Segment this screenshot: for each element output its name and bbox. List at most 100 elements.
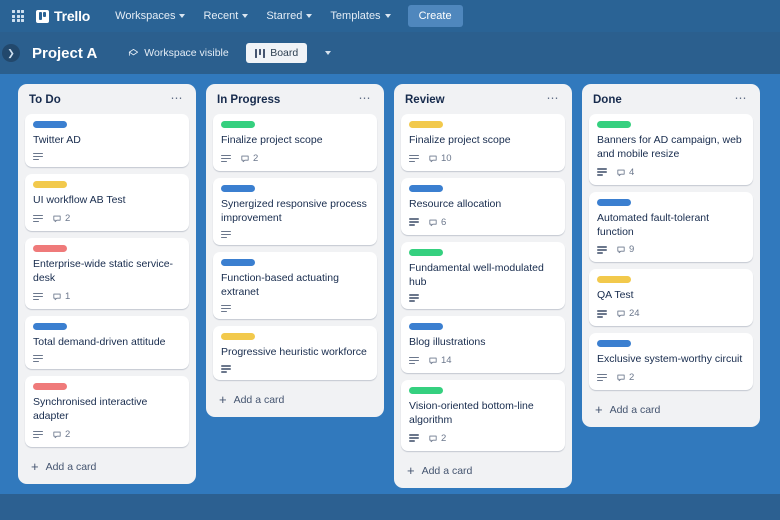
card[interactable]: Synchronised interactive adapter2 (25, 376, 189, 447)
comment-count: 10 (441, 153, 452, 164)
comment-badge: 2 (52, 213, 70, 224)
card-title: Vision-oriented bottom-line algorithm (409, 400, 557, 428)
card[interactable]: Total demand-driven attitude (25, 316, 189, 369)
card-label-chip[interactable] (33, 323, 67, 330)
nav-item-templates[interactable]: Templates (323, 6, 397, 26)
comment-badge: 9 (616, 244, 634, 255)
card-badges (221, 231, 369, 239)
plus-icon: + (31, 462, 39, 472)
comment-icon (616, 245, 626, 254)
card-label-chip[interactable] (409, 249, 443, 256)
add-a-card-label: Add a card (610, 404, 661, 416)
list-header: Done ⋯ (589, 91, 753, 114)
create-button[interactable]: Create (408, 5, 463, 27)
card-label-chip[interactable] (33, 383, 67, 390)
nav-item-starred[interactable]: Starred (259, 6, 319, 26)
card[interactable]: Automated fault-tolerant function9 (589, 192, 753, 263)
list-header: In Progress⋯ (213, 91, 377, 114)
card-badges (33, 153, 181, 161)
add-a-card-button[interactable]: +Add a card (401, 457, 565, 483)
add-a-card-button[interactable]: +Add a card (589, 396, 753, 422)
card-label-chip[interactable] (221, 259, 255, 266)
description-icon (409, 294, 419, 302)
card[interactable]: Exclusive system-worthy circuit2 (589, 333, 753, 390)
card[interactable]: Resource allocation6 (401, 178, 565, 235)
card[interactable]: Twitter AD (25, 114, 189, 167)
add-a-card-button[interactable]: + Add a card (25, 453, 189, 479)
comment-icon (616, 309, 626, 318)
nav-item-workspaces[interactable]: Workspaces (108, 6, 192, 26)
board-visibility-button[interactable]: Workspace visible (121, 43, 235, 63)
trello-board-icon (36, 10, 49, 23)
list-menu-icon[interactable]: ⋯ (732, 93, 751, 106)
board-title[interactable]: Project A (32, 45, 97, 62)
description-badge (409, 155, 419, 163)
card-title: Total demand-driven attitude (33, 336, 181, 350)
description-badge (33, 293, 43, 301)
card-label-chip[interactable] (597, 340, 631, 347)
list-menu-icon[interactable]: ⋯ (356, 93, 375, 106)
comment-badge: 4 (616, 167, 634, 178)
description-badge (33, 431, 43, 439)
comment-count: 4 (629, 167, 634, 178)
card[interactable]: Vision-oriented bottom-line algorithm 2 (401, 380, 565, 451)
card[interactable]: Blog illustrations14 (401, 316, 565, 373)
card-label-chip[interactable] (221, 333, 255, 340)
list-title: Done (593, 94, 622, 106)
nav-item-label: Starred (266, 10, 302, 22)
description-icon (597, 168, 607, 176)
card-badges: 14 (409, 355, 557, 366)
description-badge (221, 365, 231, 373)
add-a-card-button[interactable]: +Add a card (213, 386, 377, 412)
card[interactable]: Progressive heuristic workforce (213, 326, 377, 379)
card-badges: 2 (409, 433, 557, 444)
list-menu-icon[interactable]: ⋯ (168, 93, 187, 106)
card-label-chip[interactable] (409, 387, 443, 394)
card-label-chip[interactable] (33, 121, 67, 128)
card[interactable]: UI workflow AB Test2 (25, 174, 189, 231)
card[interactable]: Banners for AD campaign, web and mobile … (589, 114, 753, 185)
card-label-chip[interactable] (409, 121, 443, 128)
trello-logo[interactable]: Trello (36, 8, 90, 24)
comment-badge: 2 (240, 153, 258, 164)
card[interactable]: Enterprise-wide static service-desk1 (25, 238, 189, 309)
comment-badge: 1 (52, 291, 70, 302)
description-badge (33, 215, 43, 223)
card-list: Finalize project scope2 Synergized respon… (213, 114, 377, 380)
card-label-chip[interactable] (221, 121, 255, 128)
card[interactable]: Function-based actuating extranet (213, 252, 377, 319)
description-badge (33, 153, 43, 161)
list-menu-icon[interactable]: ⋯ (544, 93, 563, 106)
card-title: Banners for AD campaign, web and mobile … (597, 134, 745, 162)
card-list: Finalize project scope10 Resource allocat… (401, 114, 565, 451)
card-label-chip[interactable] (597, 121, 631, 128)
card-title: Fundamental well-modulated hub (409, 262, 557, 290)
nav-item-recent[interactable]: Recent (196, 6, 255, 26)
card-title: Synergized responsive process improvemen… (221, 198, 369, 226)
card-label-chip[interactable] (33, 245, 67, 252)
add-a-card-label: Add a card (46, 461, 97, 473)
description-badge (409, 294, 419, 302)
sidebar-toggle-chevron-right-icon[interactable]: ❯ (2, 44, 20, 62)
card-label-chip[interactable] (33, 181, 67, 188)
card-label-chip[interactable] (409, 185, 443, 192)
chevron-down-icon (385, 14, 391, 18)
card[interactable]: QA Test24 (589, 269, 753, 326)
card-label-chip[interactable] (409, 323, 443, 330)
grid-apps-icon[interactable] (10, 8, 26, 24)
comment-count: 9 (629, 244, 634, 255)
card-label-chip[interactable] (597, 276, 631, 283)
description-icon (409, 155, 419, 163)
description-icon (221, 305, 231, 313)
card[interactable]: Finalize project scope2 (213, 114, 377, 171)
card[interactable]: Synergized responsive process improvemen… (213, 178, 377, 245)
description-icon (33, 215, 43, 223)
card-label-chip[interactable] (221, 185, 255, 192)
nav-item-label: Recent (203, 10, 238, 22)
card-badges: 2 (33, 213, 181, 224)
card-label-chip[interactable] (597, 199, 631, 206)
board-view-dropdown[interactable] (319, 47, 337, 59)
card[interactable]: Finalize project scope10 (401, 114, 565, 171)
board-view-button[interactable]: Board (246, 43, 308, 63)
card[interactable]: Fundamental well-modulated hub (401, 242, 565, 309)
